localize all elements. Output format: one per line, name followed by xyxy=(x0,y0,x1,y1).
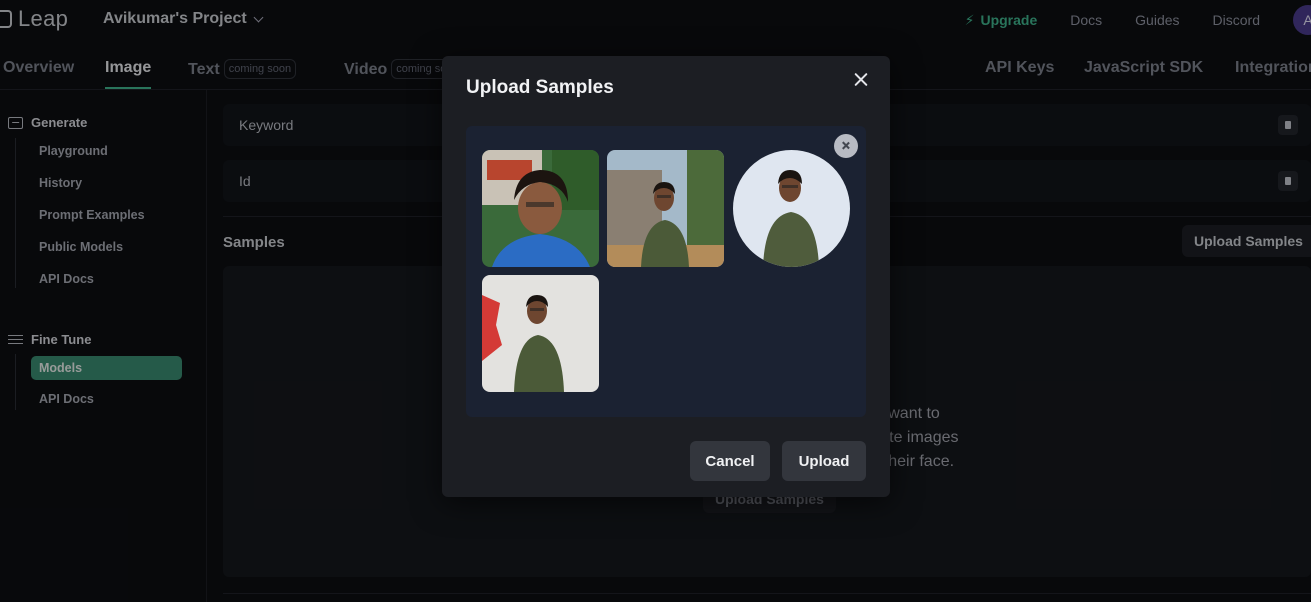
sample-thumbnail[interactable] xyxy=(607,150,724,267)
close-icon[interactable] xyxy=(852,71,870,89)
upload-samples-modal: Upload Samples Cancel Upload xyxy=(442,56,890,497)
modal-title: Upload Samples xyxy=(466,77,614,98)
sample-thumbnail[interactable] xyxy=(733,150,850,267)
cancel-button[interactable]: Cancel xyxy=(690,441,770,481)
sample-thumbnail[interactable] xyxy=(482,275,599,392)
sample-drop-zone[interactable] xyxy=(466,126,866,417)
sample-thumbnail[interactable] xyxy=(482,150,599,267)
remove-sample-icon[interactable] xyxy=(834,134,858,158)
upload-button[interactable]: Upload xyxy=(782,441,866,481)
